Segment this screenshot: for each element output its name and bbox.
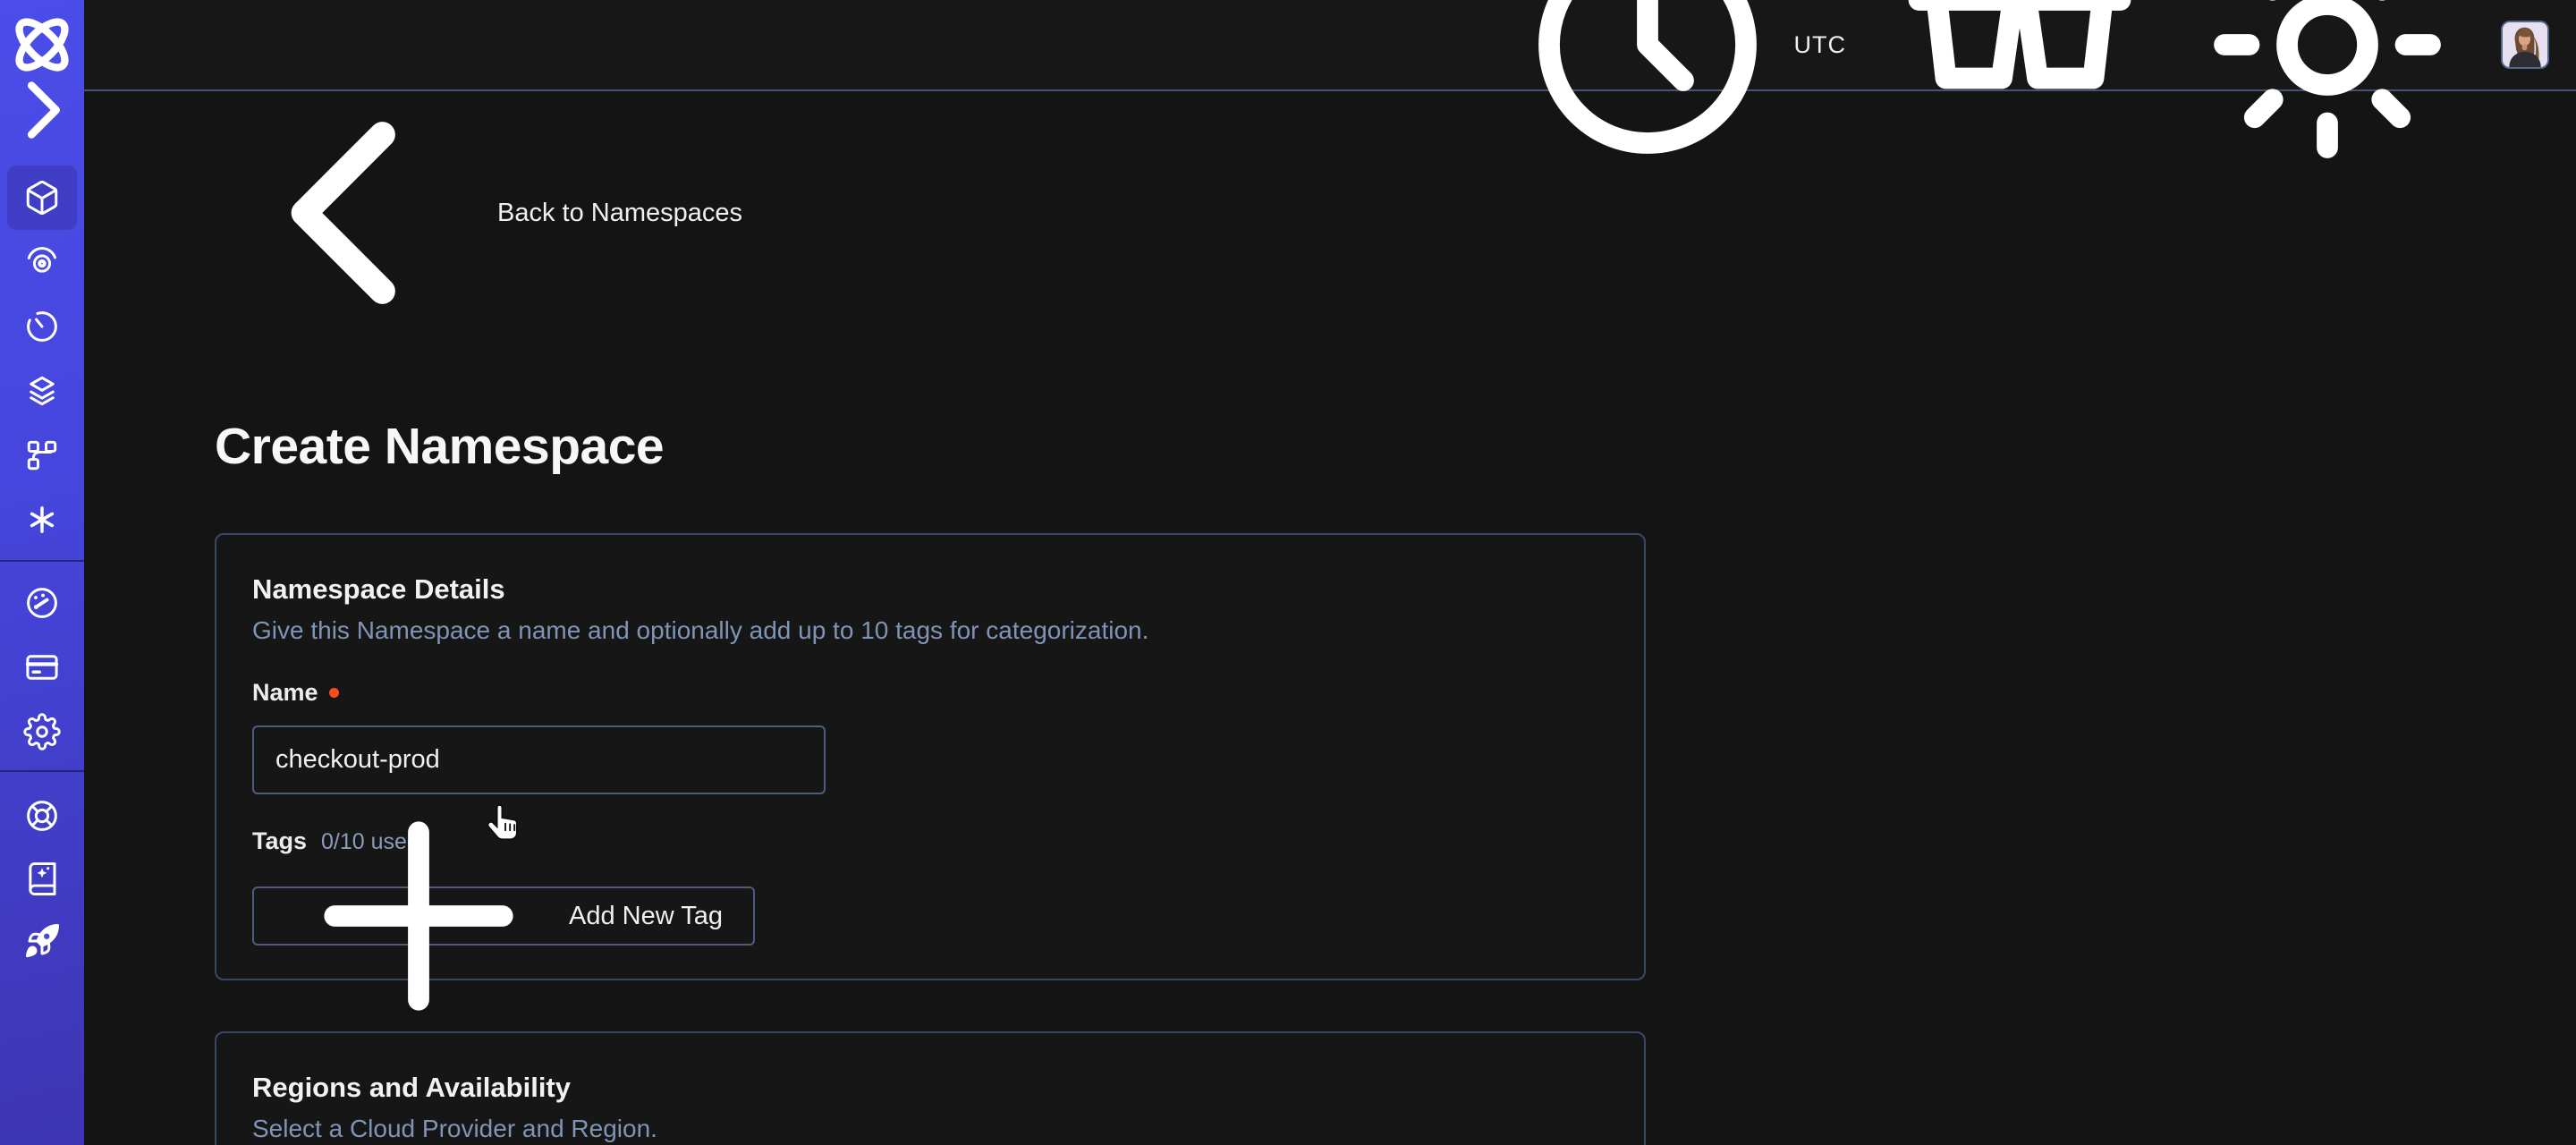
lifebuoy-icon [23, 797, 61, 835]
add-tag-label: Add New Tag [569, 902, 723, 931]
gauge-icon [23, 584, 61, 622]
labs-toggle-button[interactable] [1885, 0, 2154, 179]
sidebar-item-cube[interactable] [7, 165, 77, 230]
name-label: Name [252, 678, 1608, 708]
sidebar [0, 0, 84, 1145]
sidebar-divider [0, 770, 84, 772]
chevron-down-icon [629, 1126, 897, 1145]
namespace-details-card: Namespace Details Give this Namespace a … [215, 533, 1646, 980]
chevron-left-icon [215, 91, 483, 347]
cube-icon [23, 179, 61, 216]
plus-icon [284, 782, 553, 1050]
sidebar-nav-help [7, 785, 77, 972]
sun-icon [2193, 0, 2462, 179]
page-title: Create Namespace [215, 416, 2576, 477]
main-content: Back to Namespaces Create Namespace Name… [84, 91, 2576, 1145]
sidebar-item-layers[interactable] [7, 359, 77, 423]
chevron-right-icon [0, 68, 84, 152]
back-link-label: Back to Namespaces [497, 199, 742, 228]
glasses-icon [1885, 0, 2154, 179]
sidebar-item-timer[interactable] [7, 294, 77, 359]
timezone-label: UTC [1794, 31, 1847, 59]
back-to-namespaces-link[interactable]: Back to Namespaces [215, 197, 742, 229]
sidebar-divider [0, 560, 84, 562]
sidebar-expand-button[interactable] [0, 89, 84, 131]
card-title: Regions and Availability [252, 1071, 1608, 1105]
gear-icon [23, 713, 61, 751]
spiral-icon [23, 243, 61, 281]
sidebar-item-rocket[interactable] [7, 910, 77, 972]
timezone-selector[interactable]: UTC [1513, 0, 1847, 179]
timer-icon [23, 308, 61, 345]
add-new-tag-button[interactable]: Add New Tag [252, 886, 755, 946]
layers-icon [23, 372, 61, 410]
card-subtitle: Give this Namespace a name and optionall… [252, 615, 1608, 646]
theme-toggle-button[interactable] [2193, 0, 2462, 179]
rocket-icon [23, 922, 61, 960]
card-title: Namespace Details [252, 572, 1608, 606]
sidebar-item-asterisk[interactable] [7, 488, 77, 552]
sidebar-item-spiral[interactable] [7, 230, 77, 294]
chevron-down-icon [1329, 1132, 1585, 1145]
sidebar-item-gear[interactable] [7, 700, 77, 764]
sidebar-item-lifebuoy[interactable] [7, 785, 77, 847]
user-avatar[interactable] [2501, 21, 2549, 69]
required-dot [329, 688, 339, 698]
sidebar-nav-account [7, 571, 77, 764]
sidebar-nav-primary [7, 165, 77, 552]
avatar-illustration [2503, 22, 2547, 67]
sidebar-item-book-sparkle[interactable] [7, 847, 77, 910]
credit-card-icon [23, 649, 61, 686]
clock-icon [1513, 0, 1782, 179]
sidebar-item-gauge[interactable] [7, 571, 77, 635]
asterisk-icon [23, 501, 61, 539]
git-branch-icon [23, 437, 61, 474]
search-icon [963, 1132, 1219, 1145]
topbar: UTC [84, 0, 2576, 91]
sidebar-item-git-branch[interactable] [7, 423, 77, 488]
sidebar-item-credit-card[interactable] [7, 635, 77, 700]
book-sparkle-icon [23, 860, 61, 897]
